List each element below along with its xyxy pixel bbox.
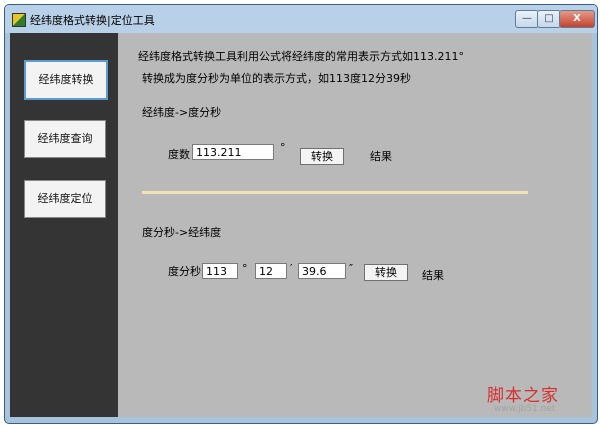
sidebar: 经纬度转换 经纬度查询 经纬度定位 <box>10 33 118 417</box>
site-watermark-url: www.jb51.net <box>494 404 556 414</box>
convert-to-decimal-button[interactable]: 转换 <box>364 264 408 281</box>
nav-latlng-query-button[interactable]: 经纬度查询 <box>24 120 106 158</box>
close-button[interactable]: X <box>559 10 595 28</box>
intro-line-2: 转换成为度分秒为单位的表示方式，如113度12分39秒 <box>142 72 411 85</box>
dms-second-input[interactable]: 39.6 <box>298 263 346 279</box>
result-label-2: 结果 <box>422 269 444 282</box>
result-label-1: 结果 <box>370 150 392 163</box>
intro-line-1: 经纬度格式转换工具利用公式将经纬度的常用表示方式如113.211° <box>138 50 464 63</box>
main-panel: 经纬度格式转换工具利用公式将经纬度的常用表示方式如113.211° 转换成为度分… <box>118 33 592 417</box>
nav-latlng-locate-button[interactable]: 经纬度定位 <box>24 180 106 218</box>
dms-second-symbol: ″ <box>349 262 354 275</box>
maximize-button[interactable]: □ <box>537 10 561 28</box>
dms-minute-symbol: ′ <box>290 262 293 275</box>
section-heading-to-decimal: 度分秒->经纬度 <box>142 226 222 239</box>
dms-degree-input[interactable]: 113 <box>202 263 238 279</box>
decimal-degree-input[interactable]: 113.211 <box>192 144 274 160</box>
degree-label: 度数 <box>168 148 190 161</box>
app-icon <box>12 13 26 27</box>
site-watermark: 脚本之家 <box>487 386 559 406</box>
dms-minute-input[interactable]: 12 <box>255 263 287 279</box>
window-title: 经纬度格式转换|定位工具 <box>30 14 155 27</box>
dms-degree-symbol: ° <box>242 262 248 275</box>
title-bar[interactable]: 经纬度格式转换|定位工具 — □ X <box>5 5 597 33</box>
nav-latlng-convert-button[interactable]: 经纬度转换 <box>24 60 108 100</box>
section-divider <box>142 191 528 194</box>
dms-label: 度分秒 <box>168 265 201 278</box>
degree-symbol: ° <box>280 141 286 154</box>
section-heading-to-dms: 经纬度->度分秒 <box>142 106 222 119</box>
convert-to-dms-button[interactable]: 转换 <box>300 148 344 165</box>
minimize-button[interactable]: — <box>515 10 539 28</box>
app-window: 经纬度格式转换|定位工具 — □ X 经纬度转换 经纬度查询 经纬度定位 经纬度… <box>4 4 598 424</box>
